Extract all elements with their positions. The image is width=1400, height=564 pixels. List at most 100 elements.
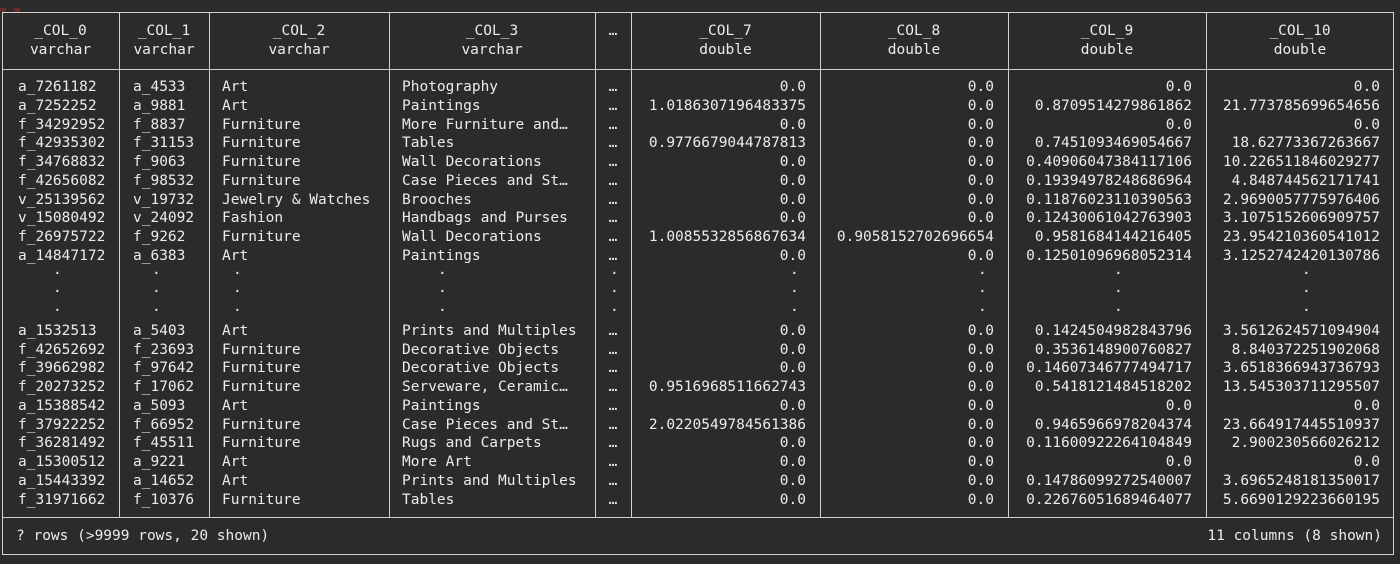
table-cell: f_9063: [133, 154, 186, 170]
table-cell: 4.848744562171741: [1231, 172, 1380, 189]
row-ellipsis: ·: [233, 303, 242, 319]
table-cell: 0.22676051689464077: [1026, 491, 1192, 508]
table-cell: 0.9581684144216405: [1034, 229, 1192, 245]
table-cell: 0.14607346777494717: [1026, 360, 1192, 377]
table-cell: 0.0: [967, 210, 994, 227]
table-cell: v_15080492: [18, 210, 106, 227]
table-cell: Brooches: [402, 191, 472, 208]
table-cell: f_97642: [133, 360, 195, 377]
row-ellipsis: ·: [438, 265, 447, 282]
table-cell: Photography: [402, 79, 499, 95]
table-cell: Art: [222, 79, 249, 95]
column-name: _COL_2: [272, 23, 326, 39]
table-cell: a_9221: [133, 454, 186, 470]
table-cell: f_39662982: [18, 360, 106, 377]
column-header[interactable]: _COL_8 double: [820, 22, 1008, 60]
table-cell: Art: [222, 97, 249, 114]
table-cell: 0.0: [967, 416, 994, 433]
table-cell: 0.0: [779, 191, 806, 208]
table-cell: 0.0: [1165, 116, 1192, 133]
table-cell: Tables: [402, 491, 455, 508]
row-ellipsis: ·: [1302, 265, 1311, 282]
table-cell: a_5403: [133, 322, 186, 339]
column-type: double: [1080, 42, 1134, 58]
table-cell: 0.12501096968052314: [1026, 247, 1192, 264]
column-name: _COL_3: [465, 23, 519, 39]
column-type: varchar: [268, 42, 330, 58]
row-divider: [2, 517, 1394, 518]
table-cell: 0.0: [967, 97, 994, 114]
table-cell: 0.0: [1353, 79, 1380, 95]
table-cell: 0.0: [967, 322, 994, 339]
table-cell: …: [608, 191, 618, 208]
column-header[interactable]: _COL_1 varchar: [119, 22, 209, 60]
table-cell: a_1532513: [18, 322, 97, 339]
table-cell: 0.0: [967, 454, 994, 470]
table-cell: …: [608, 210, 618, 227]
row-count-status: ? rows (>9999 rows, 20 shown): [16, 528, 270, 544]
table-cell: Furniture: [222, 435, 301, 452]
table-cell: f_34292952: [18, 116, 106, 133]
row-ellipsis: ·: [978, 284, 987, 301]
table-cell: …: [608, 397, 618, 414]
table-cell: f_10376: [133, 491, 195, 508]
row-ellipsis: ·: [53, 284, 62, 301]
table-cell: f_66952: [133, 416, 195, 433]
column-header[interactable]: _COL_2varchar: [209, 22, 389, 60]
table-cell: …: [608, 341, 618, 358]
column-name: _COL_7: [699, 23, 752, 39]
row-ellipsis: ·: [1302, 284, 1311, 301]
row-ellipsis: ·: [152, 284, 161, 301]
column-header[interactable]: _COL_10 double: [1206, 22, 1394, 60]
row-ellipsis: ·: [1114, 284, 1123, 301]
table-cell: v_19732: [133, 191, 195, 208]
table-cell: 23.954210360541012: [1222, 229, 1380, 245]
table-cell: …: [608, 360, 618, 377]
table-cell: a_15443392: [18, 472, 106, 489]
column-header[interactable]: _COL_7 double: [631, 22, 820, 60]
table-cell: 0.0: [967, 379, 994, 395]
table-cell: 0.9058152702696654: [836, 229, 994, 245]
table-cell: …: [608, 247, 618, 264]
table-cell: 0.0: [779, 360, 806, 377]
row-ellipsis: ·: [152, 265, 161, 282]
table-cell: 0.0: [779, 116, 806, 133]
table-cell: …: [608, 116, 618, 133]
table-cell: 0.12430061042763903: [1026, 210, 1192, 227]
table-cell: Wall Decorations: [402, 154, 542, 170]
table-cell: v_24092: [133, 210, 195, 227]
table-cell: …: [608, 97, 618, 114]
column-type: double: [887, 42, 941, 58]
table-cell: 0.0: [779, 322, 806, 339]
column-type: varchar: [29, 42, 92, 58]
table-cell: 0.0: [1353, 454, 1380, 470]
table-cell: More Furniture and…: [402, 116, 568, 133]
table-cell: a_14847172: [18, 247, 106, 264]
table-cell: 0.8709514279861862: [1034, 97, 1192, 114]
row-ellipsis: ·: [610, 265, 619, 282]
column-header[interactable]: _COL_0 varchar: [2, 22, 119, 60]
table-cell: Furniture: [222, 154, 301, 170]
column-header[interactable]: _COL_3 varchar: [389, 22, 595, 60]
table-cell: Case Pieces and St…: [402, 416, 568, 433]
table-cell: 0.0: [967, 472, 994, 489]
table-cell: Art: [222, 322, 249, 339]
table-cell: 0.0: [967, 247, 994, 264]
table-cell: 0.9465966978204374: [1034, 416, 1192, 433]
column-header[interactable]: _COL_9 double: [1008, 22, 1206, 60]
column-divider: [119, 12, 120, 518]
row-ellipsis: ·: [790, 284, 799, 301]
column-header[interactable]: …: [595, 22, 631, 41]
table-cell: 18.62773367263667: [1231, 135, 1380, 152]
table-cell: …: [608, 322, 618, 339]
row-ellipsis: ·: [790, 265, 799, 282]
row-ellipsis: ·: [1302, 303, 1311, 319]
table-cell: f_17062: [133, 379, 195, 395]
table-cell: f_36281492: [18, 435, 106, 452]
row-ellipsis: ·: [978, 265, 987, 282]
table-cell: Art: [222, 247, 249, 264]
table-cell: 0.0: [967, 341, 994, 358]
column-type: double: [1273, 42, 1327, 58]
table-cell: Furniture: [222, 172, 301, 189]
table-cell: f_37922252: [18, 416, 106, 433]
